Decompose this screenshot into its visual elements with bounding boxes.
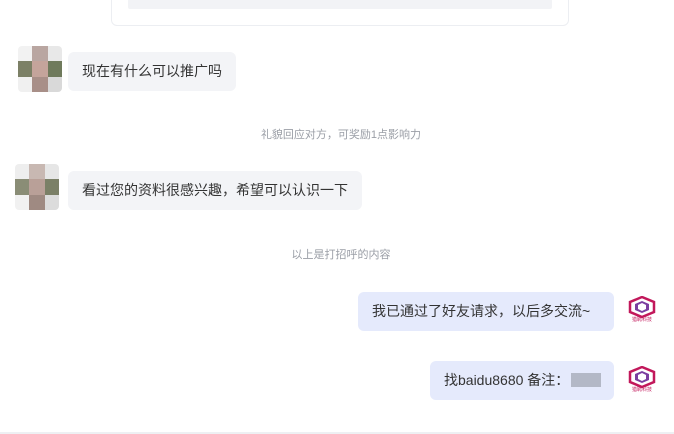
outgoing-message: 我已通过了好友请求，以后多交流~ — [358, 292, 614, 331]
avatar-pixel — [48, 77, 62, 92]
avatar-pixel — [18, 46, 32, 61]
avatar-pixel — [45, 179, 59, 195]
hexagon-logo-icon — [628, 365, 656, 389]
previous-card-content — [128, 0, 552, 9]
hexagon-logo-icon — [628, 295, 656, 319]
avatar-pixel — [32, 61, 48, 77]
previous-card — [111, 0, 569, 26]
avatar-pixel — [32, 77, 48, 92]
avatar-pixel — [15, 179, 29, 195]
brand-logo-icon[interactable]: 猎聘科技 — [628, 295, 656, 326]
incoming-message: 现在有什么可以推广吗 — [68, 52, 236, 91]
system-hint: 礼貌回应对方，可奖励1点影响力 — [260, 129, 422, 141]
brand-logo-icon[interactable]: 猎聘科技 — [628, 365, 656, 396]
avatar-pixel — [18, 77, 32, 92]
system-hint: 以上是打招呼的内容 — [291, 249, 391, 261]
contact-avatar[interactable] — [18, 46, 62, 92]
contact-avatar[interactable] — [15, 164, 59, 210]
avatar-pixel — [15, 195, 29, 210]
avatar-pixel — [32, 46, 48, 61]
outgoing-message-text: 我已通过了好友请求，以后多交流~ — [372, 303, 591, 319]
incoming-message: 看过您的资料很感兴趣，希望可以认识一下 — [68, 171, 362, 210]
redacted-block — [571, 373, 602, 388]
avatar-pixel — [18, 61, 32, 77]
outgoing-message-text: 找baidu8680 备注： — [444, 372, 570, 388]
avatar-pixel — [48, 46, 62, 61]
avatar-pixel — [29, 179, 45, 195]
brand-caption: 猎聘科技 — [631, 387, 652, 393]
avatar-pixel — [45, 164, 59, 179]
avatar-pixel — [29, 195, 45, 210]
brand-caption: 猎聘科技 — [631, 317, 652, 323]
avatar-pixel — [48, 61, 62, 77]
outgoing-message: 找baidu8680 备注： — [430, 361, 614, 400]
avatar-pixel — [45, 195, 59, 210]
avatar-pixel — [15, 164, 29, 179]
avatar-pixel — [29, 164, 45, 179]
